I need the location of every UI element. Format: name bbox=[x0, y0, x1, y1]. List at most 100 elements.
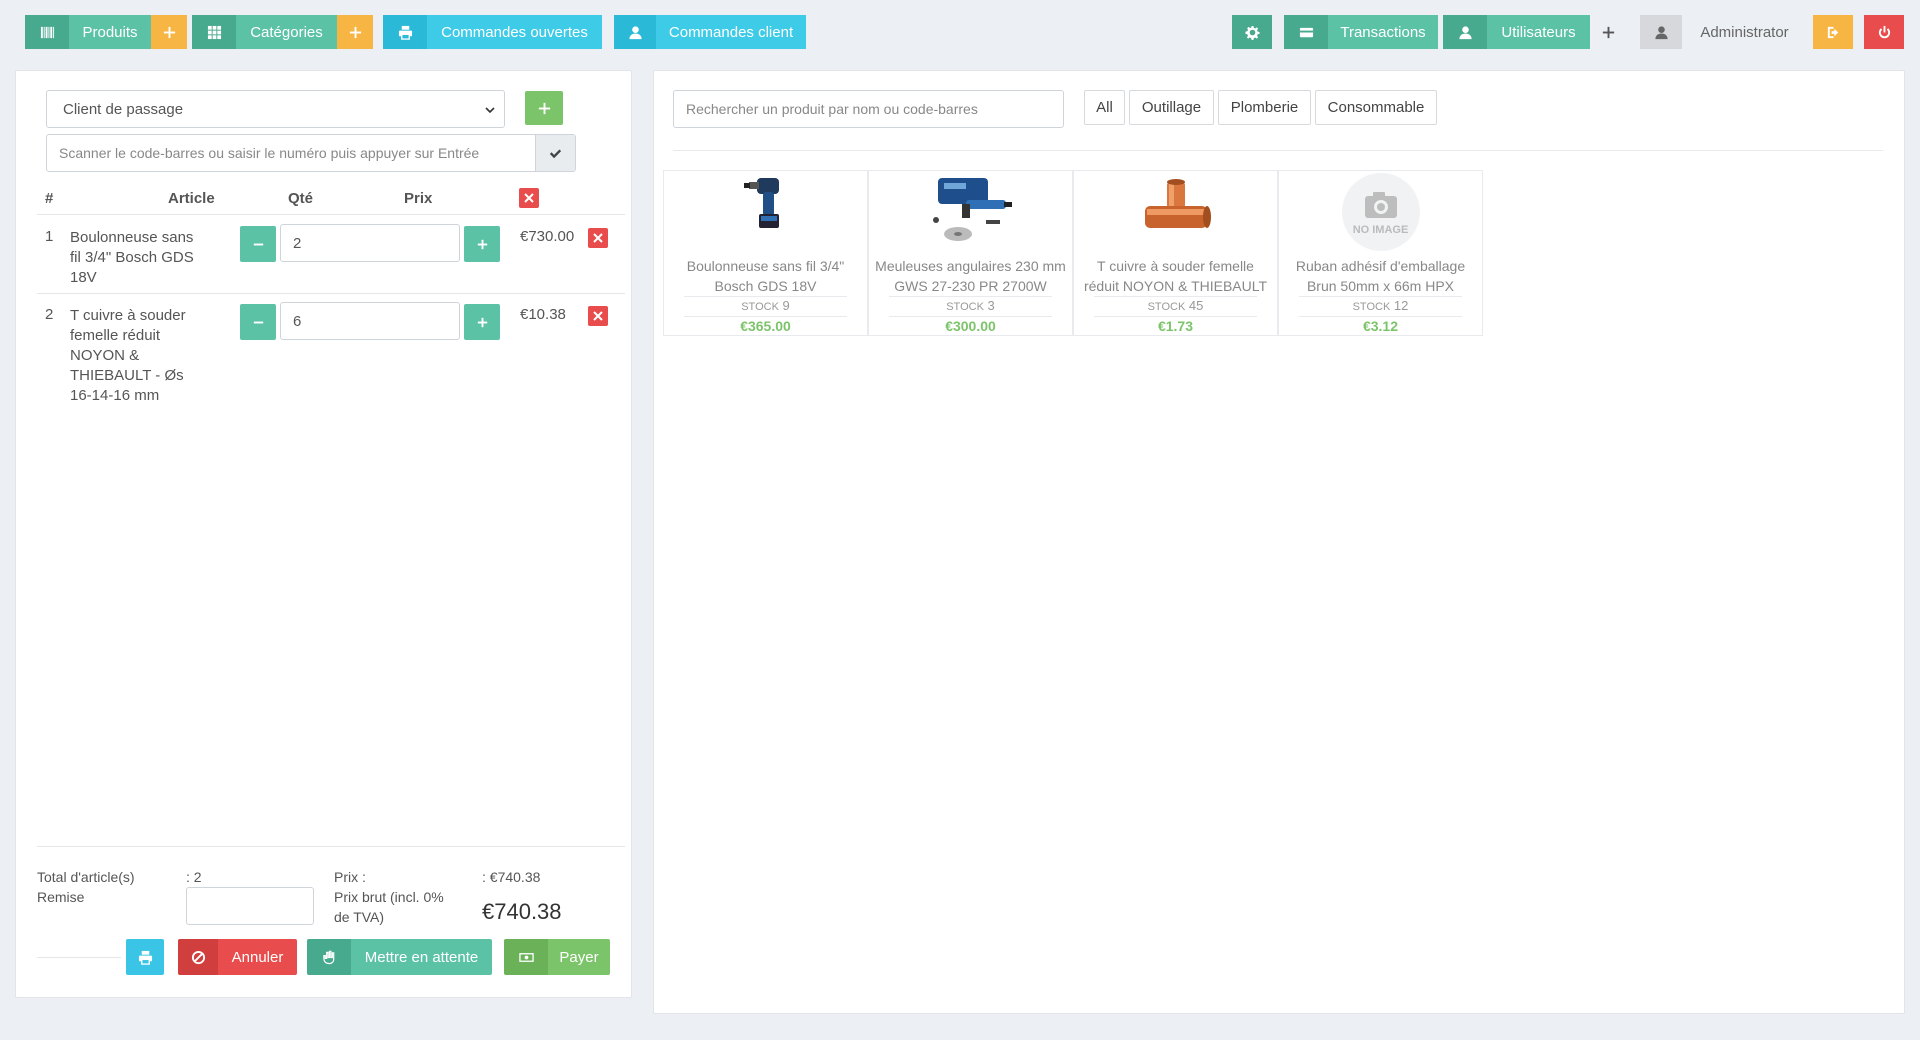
hold-button[interactable]: Mettre en attente bbox=[307, 939, 492, 975]
minus-icon bbox=[253, 243, 263, 245]
open-orders-icon-button[interactable] bbox=[383, 15, 427, 49]
users-button[interactable]: Utilisateurs bbox=[1487, 15, 1590, 49]
plus-icon bbox=[163, 26, 175, 38]
logout-button-group bbox=[1813, 15, 1853, 49]
open-orders-button-group: Commandes ouvertes bbox=[383, 15, 602, 49]
increase-qty-button[interactable] bbox=[464, 304, 500, 340]
stock-value: 9 bbox=[782, 298, 790, 313]
row-price: €10.38 bbox=[520, 306, 566, 323]
cart-table-header: # Article Qté Prix bbox=[37, 179, 625, 215]
product-card[interactable]: Meuleuses angulaires 230 mm GWS 27-230 P… bbox=[868, 170, 1073, 336]
qty-input[interactable]: 2 bbox=[280, 224, 460, 262]
card-divider bbox=[1094, 296, 1257, 297]
clear-cart-button[interactable] bbox=[519, 188, 539, 208]
stock-label: STOCK bbox=[946, 301, 984, 313]
card-divider bbox=[684, 316, 847, 317]
categories-icon-button[interactable] bbox=[192, 15, 236, 49]
product-stock: STOCK 12 bbox=[1279, 298, 1482, 313]
card-divider bbox=[889, 296, 1052, 297]
product-search-input[interactable]: Rechercher un produit par nom ou code-ba… bbox=[673, 90, 1064, 128]
grid-icon bbox=[207, 25, 221, 39]
no-image-placeholder: NO IMAGE bbox=[1341, 172, 1421, 252]
products-icon-button[interactable] bbox=[25, 15, 69, 49]
user-name[interactable]: Administrator bbox=[1682, 15, 1807, 49]
customer-orders-button[interactable]: Commandes client bbox=[656, 15, 806, 49]
qty-input[interactable]: 6 bbox=[280, 302, 460, 340]
col-num: # bbox=[45, 190, 54, 207]
customer-select-value: Client de passage bbox=[63, 100, 184, 118]
product-card[interactable]: T cuivre à souder femelle réduit NOYON &… bbox=[1073, 170, 1278, 336]
add-category-button[interactable] bbox=[337, 15, 373, 49]
card-divider bbox=[684, 296, 847, 297]
settings-button[interactable] bbox=[1232, 15, 1272, 49]
hand-icon bbox=[322, 950, 334, 964]
gross-price-value: €740.38 bbox=[482, 899, 562, 924]
logout-button[interactable] bbox=[1813, 15, 1853, 49]
products-button[interactable]: Produits bbox=[69, 15, 151, 49]
plus-icon bbox=[477, 317, 487, 327]
user-avatar[interactable] bbox=[1640, 15, 1682, 49]
row-price: €730.00 bbox=[520, 228, 575, 245]
col-qty: Qté bbox=[288, 190, 314, 207]
product-card[interactable]: Boulonneuse sans fil 3/4" Bosch GDS 18V … bbox=[663, 170, 868, 336]
row-item-name: T cuivre à souder femelle réduit NOYON &… bbox=[70, 307, 186, 404]
transactions-button[interactable]: Transactions bbox=[1328, 15, 1438, 49]
user-icon bbox=[1654, 25, 1668, 39]
users-icon-button[interactable] bbox=[1443, 15, 1487, 49]
product-stock: STOCK 45 bbox=[1074, 298, 1277, 313]
remove-item-button[interactable] bbox=[588, 306, 608, 326]
category-filter-outillage[interactable]: Outillage bbox=[1129, 90, 1214, 125]
category-filter-all[interactable]: All bbox=[1084, 90, 1125, 125]
user-account-group: Administrator bbox=[1640, 15, 1807, 49]
catalog-divider bbox=[673, 150, 1883, 151]
gross-price-label: Prix brut (incl. 0% de TVA) bbox=[334, 889, 444, 925]
increase-qty-button[interactable] bbox=[464, 226, 500, 262]
stock-value: 12 bbox=[1393, 298, 1409, 313]
card-divider bbox=[889, 316, 1052, 317]
transactions-icon-button[interactable] bbox=[1284, 15, 1328, 49]
settings-button-group bbox=[1232, 15, 1272, 49]
barcode-submit-button[interactable] bbox=[535, 135, 575, 171]
row-item-name: Boulonneuse sans fil 3/4" Bosch GDS 18V bbox=[70, 229, 194, 286]
cancel-button-label: Annuler bbox=[218, 939, 297, 975]
open-orders-button[interactable]: Commandes ouvertes bbox=[427, 15, 602, 49]
add-user-button[interactable] bbox=[1593, 15, 1623, 49]
product-price: €300.00 bbox=[945, 318, 996, 334]
barcode-icon bbox=[40, 26, 54, 38]
customer-select[interactable]: Client de passage bbox=[46, 90, 505, 128]
decrease-qty-button[interactable] bbox=[240, 226, 276, 262]
plus-icon bbox=[477, 239, 487, 249]
product-name: Boulonneuse sans fil 3/4" Bosch GDS 18V bbox=[686, 258, 845, 294]
add-customer-button[interactable] bbox=[525, 91, 563, 125]
barcode-input[interactable]: Scanner le code-barres ou saisir le numé… bbox=[47, 135, 535, 171]
product-name: Meuleuses angulaires 230 mm GWS 27-230 P… bbox=[875, 258, 1066, 294]
power-button[interactable] bbox=[1864, 15, 1904, 49]
pay-button[interactable]: Payer bbox=[504, 939, 610, 975]
impact-wrench-image bbox=[743, 178, 779, 228]
barcode-form: Scanner le code-barres ou saisir le numé… bbox=[46, 134, 576, 172]
print-button[interactable] bbox=[126, 939, 164, 975]
cancel-button[interactable]: Annuler bbox=[178, 939, 297, 975]
customer-orders-icon-button[interactable] bbox=[614, 15, 656, 49]
categories-button[interactable]: Catégories bbox=[236, 15, 337, 49]
power-icon bbox=[1878, 25, 1890, 38]
total-items-label: Total d'article(s) bbox=[37, 869, 135, 885]
price-label: Prix : bbox=[334, 869, 366, 885]
category-filter-plomberie[interactable]: Plomberie bbox=[1218, 90, 1311, 125]
product-name: T cuivre à souder femelle réduit NOYON &… bbox=[1083, 258, 1268, 294]
cart-row: 2 T cuivre à souder femelle réduit NOYON… bbox=[37, 294, 625, 416]
copper-tee-image bbox=[1144, 179, 1211, 228]
card-divider bbox=[1299, 296, 1462, 297]
hold-button-icon bbox=[307, 939, 351, 975]
decrease-qty-button[interactable] bbox=[240, 304, 276, 340]
product-card[interactable]: NO IMAGE Ruban adhésif d'emballage Brun … bbox=[1278, 170, 1483, 336]
print-icon bbox=[398, 25, 412, 40]
close-icon bbox=[593, 311, 603, 321]
discount-input[interactable] bbox=[186, 887, 314, 925]
product-stock: STOCK 9 bbox=[664, 298, 867, 313]
product-stock: STOCK 3 bbox=[869, 298, 1072, 313]
close-icon bbox=[524, 193, 534, 203]
category-filter-consommable[interactable]: Consommable bbox=[1315, 90, 1437, 125]
add-product-button[interactable] bbox=[151, 15, 187, 49]
remove-item-button[interactable] bbox=[588, 228, 608, 248]
